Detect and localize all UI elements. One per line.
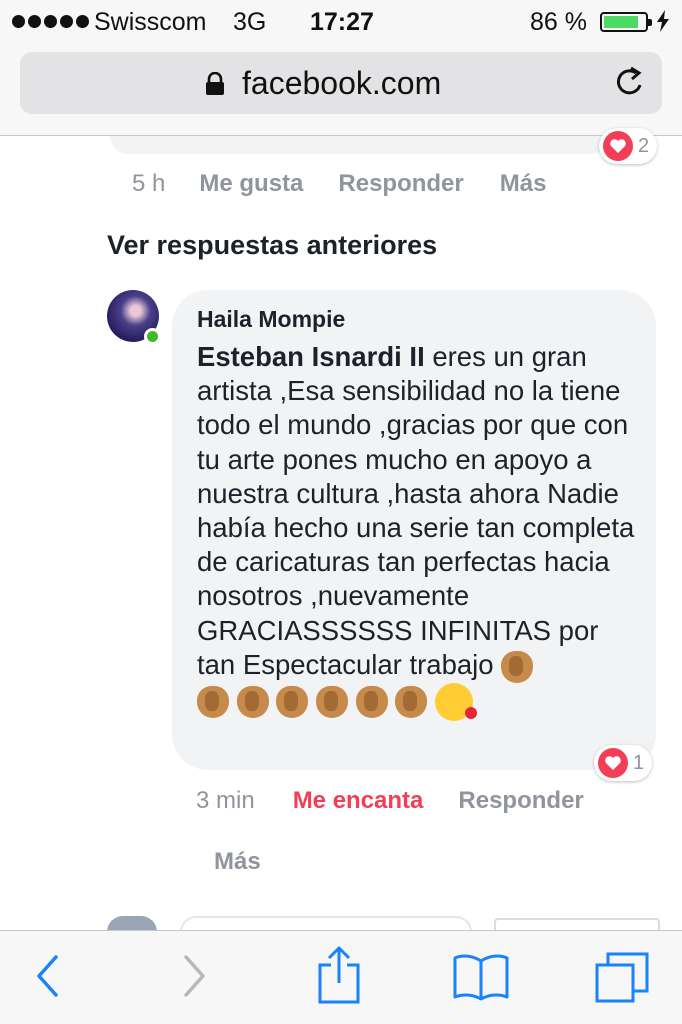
comment-actions: 3 min Me encanta Responder: [196, 787, 584, 815]
comment-body: eres un gran artista ,Esa sensibilidad n…: [197, 341, 635, 680]
battery-icon: [600, 12, 652, 32]
reply-button[interactable]: Responder: [338, 170, 463, 198]
previous-comment-bubble: [110, 136, 610, 154]
address-bar[interactable]: facebook.com: [20, 52, 662, 114]
comment-actions-overflow: Más: [214, 848, 261, 876]
forward-icon[interactable]: [178, 951, 212, 1001]
view-previous-replies-link[interactable]: Ver respuestas anteriores: [107, 230, 437, 261]
comment-text: Esteban Isnardi II eres un gran artista …: [197, 340, 637, 721]
lock-icon: [206, 72, 224, 95]
back-icon[interactable]: [30, 951, 64, 1001]
clapping-hands-icon: [395, 685, 428, 718]
tabs-icon[interactable]: [594, 951, 650, 1003]
like-button[interactable]: Me gusta: [199, 170, 303, 198]
reaction-badge[interactable]: 2: [599, 128, 658, 164]
reaction-badge[interactable]: 1: [594, 745, 653, 781]
reply-button[interactable]: Responder: [458, 787, 583, 815]
comment-actions: 5 h Me gusta Responder Más: [132, 170, 546, 198]
reload-icon[interactable]: [614, 66, 646, 100]
clock: 17:27: [310, 8, 374, 36]
charging-bolt-icon: [657, 10, 669, 32]
comment-time: 3 min: [196, 787, 255, 814]
more-button[interactable]: Más: [500, 170, 547, 198]
signal-strength-icon: [12, 15, 89, 28]
status-bar: Swisscom 3G 17:27 86 %: [0, 0, 682, 44]
bookmarks-icon[interactable]: [452, 953, 510, 1001]
love-reaction-button[interactable]: Me encanta: [293, 787, 424, 815]
clapping-hands-icon: [501, 650, 534, 683]
clapping-hands-icon: [236, 685, 269, 718]
love-reaction-icon: [603, 131, 633, 161]
love-reaction-icon: [598, 748, 628, 778]
network-type: 3G: [233, 8, 267, 36]
comment-author[interactable]: Haila Mompie: [197, 306, 345, 333]
url-text: facebook.com: [242, 65, 442, 101]
browser-address-area: facebook.com: [0, 44, 682, 136]
comment-bubble: Haila Mompie Esteban Isnardi II eres un …: [172, 290, 656, 770]
battery-percentage: 86 %: [530, 8, 587, 36]
browser-toolbar: [0, 930, 682, 1024]
mention-link[interactable]: Esteban Isnardi II: [197, 341, 425, 372]
comment-time: 5 h: [132, 170, 166, 197]
clapping-hands-icon: [197, 685, 229, 718]
clapping-hands-icon: [315, 685, 348, 718]
online-status-icon: [144, 328, 161, 345]
more-button[interactable]: Más: [214, 848, 261, 876]
reaction-count: 2: [638, 134, 650, 157]
face-blowing-kiss-icon: [434, 682, 477, 721]
clapping-hands-icon: [355, 685, 388, 718]
share-icon[interactable]: [316, 945, 362, 1005]
reaction-count: 1: [633, 751, 645, 774]
clapping-hands-icon: [276, 685, 309, 718]
carrier-name: Swisscom: [94, 8, 207, 36]
